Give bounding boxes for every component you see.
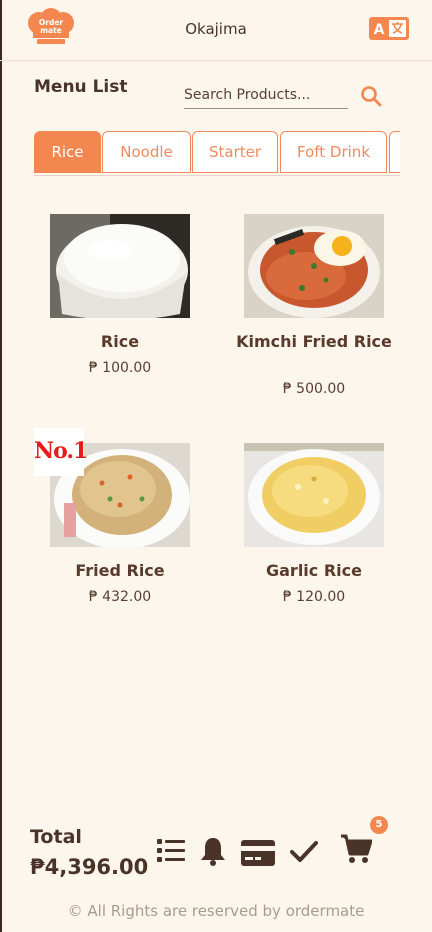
- product-price: ₱ 500.00: [282, 381, 346, 397]
- product-card-garlic-rice[interactable]: Garlic Rice ₱ 120.00: [229, 443, 399, 613]
- tab-starter[interactable]: Starter: [192, 131, 278, 173]
- product-name: Kimchi Fried Rice: [236, 332, 392, 351]
- product-price: ₱ 432.00: [88, 589, 152, 605]
- search-field: [184, 84, 348, 109]
- left-border: [0, 0, 2, 932]
- product-name: Rice: [100, 332, 140, 351]
- restaurant-name: Okajima: [185, 20, 247, 38]
- garlic-rice-image: [244, 443, 384, 547]
- product-card-rice[interactable]: Rice ₱ 100.00: [35, 214, 205, 384]
- credit-card-icon[interactable]: [241, 840, 275, 866]
- product-price: ₱ 120.00: [282, 589, 346, 605]
- cart-icon[interactable]: [340, 834, 372, 864]
- translate-icon[interactable]: A: [369, 17, 409, 40]
- product-name: Garlic Rice: [266, 561, 362, 580]
- search-icon[interactable]: [360, 85, 382, 107]
- product-price: ₱ 100.00: [88, 360, 152, 376]
- total-amount: ₱4,396.00: [30, 855, 149, 879]
- tab-more[interactable]: [389, 131, 400, 173]
- menu-list-title: Menu List: [34, 77, 128, 97]
- bell-icon[interactable]: [200, 836, 226, 866]
- app-header: Order mate Okajima A: [0, 0, 432, 61]
- total-label: Total: [30, 826, 82, 848]
- kimchi-fried-rice-image: [244, 214, 384, 318]
- svg-text:A: A: [374, 22, 385, 38]
- copyright-text: © All Rights are reserved by ordermate: [67, 902, 365, 920]
- product-name: Fried Rice: [75, 561, 165, 580]
- tab-noodle[interactable]: Noodle: [102, 131, 191, 173]
- product-card-kimchi-fried-rice[interactable]: Kimchi Fried Rice ₱ 500.00: [229, 214, 399, 404]
- category-tabs: Rice Noodle Starter Foft Drink: [34, 131, 400, 176]
- cart-count-badge: 5: [370, 816, 388, 834]
- list-icon[interactable]: [157, 838, 185, 864]
- rice-image: [50, 214, 190, 318]
- check-icon[interactable]: [290, 840, 318, 862]
- tab-soft-drink[interactable]: Foft Drink: [280, 131, 387, 173]
- search-input[interactable]: [184, 85, 344, 105]
- best-seller-badge: No.1: [34, 428, 88, 476]
- tab-rice[interactable]: Rice: [34, 131, 101, 173]
